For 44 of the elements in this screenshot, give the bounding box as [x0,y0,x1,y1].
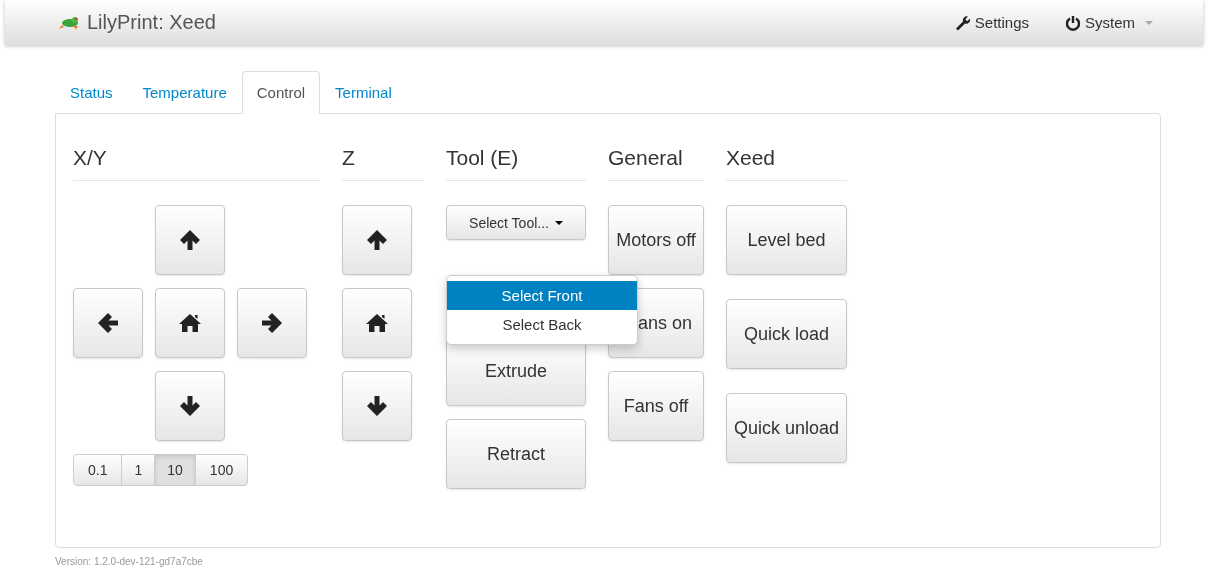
arrow-down-icon [179,395,201,417]
arrow-up-icon [366,229,388,251]
tab[interactable]: Status [55,71,128,114]
frog-icon [59,15,81,30]
xeed-button[interactable]: Quick load [726,299,847,369]
system-link[interactable]: System [1065,14,1153,31]
section-heading: General [608,146,704,181]
section-heading: X/Y [73,146,320,181]
tab[interactable]: Terminal [320,71,407,114]
arrow-right-icon [261,312,283,334]
tool-dropdown[interactable]: Select Tool... [446,205,586,240]
tool-button[interactable]: Retract [446,419,586,489]
tab[interactable]: Control [241,71,321,114]
power-icon [1065,14,1081,31]
jog-up-button[interactable] [342,205,412,275]
brand-title[interactable]: LilyPrint: Xeed [87,11,216,34]
step-button[interactable]: 100 [194,454,249,486]
home-button[interactable] [155,288,225,358]
step-button[interactable]: 1 [121,454,156,486]
jog-down-button[interactable] [342,371,412,441]
home-button[interactable] [342,288,412,358]
version-text: Version: 1.2.0-dev-121-gd7a7cbe [55,556,204,567]
settings-link[interactable]: Settings [954,14,1029,31]
home-icon [365,313,389,333]
step-button[interactable]: 10 [154,454,196,486]
jog-left-button[interactable] [73,288,143,358]
general-button[interactable]: Motors off [608,205,704,275]
section-heading: Xeed [726,146,847,181]
wrench-icon [954,14,971,31]
xeed-button[interactable]: Quick unload [726,393,847,463]
jog-right-button[interactable] [237,288,307,358]
jog-up-button[interactable] [155,205,225,275]
arrow-left-icon [97,312,119,334]
jog-down-button[interactable] [155,371,225,441]
home-icon [178,313,202,333]
section-heading: Tool (E) [446,146,586,181]
general-button[interactable]: Fans off [608,371,704,441]
arrow-down-icon [366,395,388,417]
xeed-button[interactable]: Level bed [726,205,847,275]
step-button[interactable]: 0.1 [73,454,123,486]
menu-item[interactable]: Select Front [447,281,637,310]
arrow-up-icon [179,229,201,251]
tab[interactable]: Temperature [127,71,242,114]
section-heading: Z [342,146,424,181]
